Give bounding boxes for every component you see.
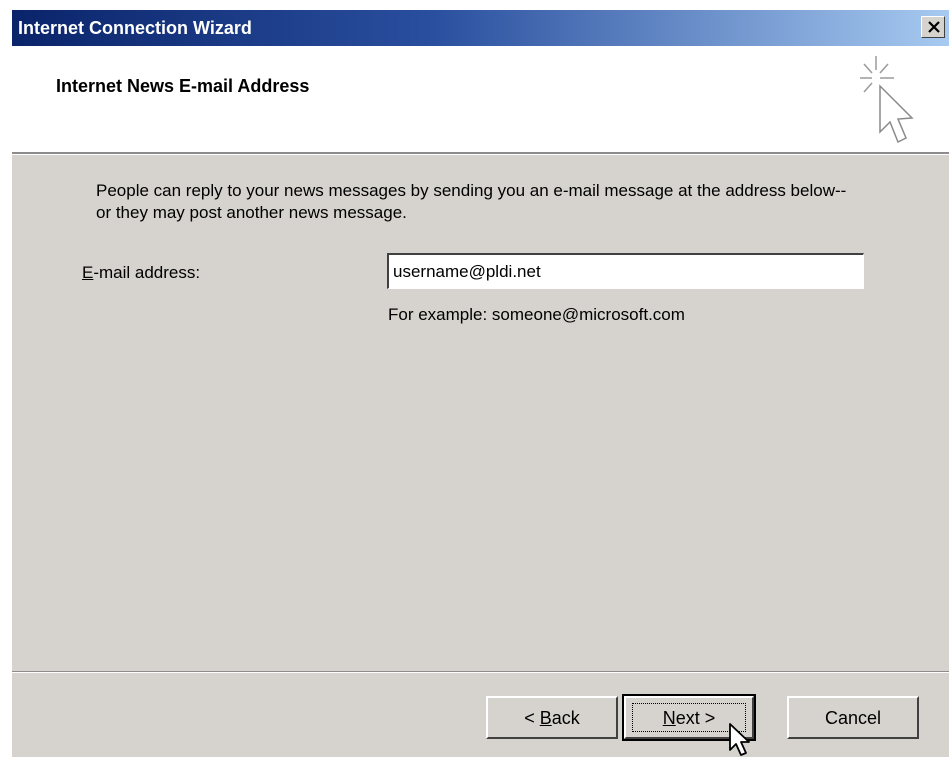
back-prefix: < — [524, 707, 540, 728]
back-mnemonic: B — [539, 707, 552, 728]
back-button[interactable]: < Back — [486, 696, 618, 739]
email-address-input[interactable] — [387, 253, 864, 289]
close-icon — [928, 21, 940, 33]
description-text: People can reply to your news messages b… — [96, 181, 847, 222]
page-title: Internet News E-mail Address — [56, 76, 310, 96]
example-hint: For example: someone@microsoft.com — [388, 305, 685, 324]
email-label: E-mail address: — [82, 263, 200, 283]
close-button[interactable] — [921, 16, 945, 38]
cancel-button[interactable]: Cancel — [787, 696, 919, 739]
footer-divider-highlight — [12, 672, 949, 673]
email-label-text: -mail address: — [93, 263, 201, 282]
back-label: ack — [551, 707, 580, 728]
wizard-sparkle-cursor-icon — [860, 56, 914, 144]
wizard-header: Internet News E-mail Address — [12, 46, 949, 155]
title-bar[interactable]: Internet Connection Wizard — [12, 10, 949, 46]
mouse-pointer-icon — [729, 723, 750, 756]
window-title: Internet Connection Wizard — [18, 18, 252, 38]
email-label-mnemonic: E — [82, 263, 94, 282]
wizard-window: Internet Connection Wizard Internet News… — [12, 10, 949, 757]
